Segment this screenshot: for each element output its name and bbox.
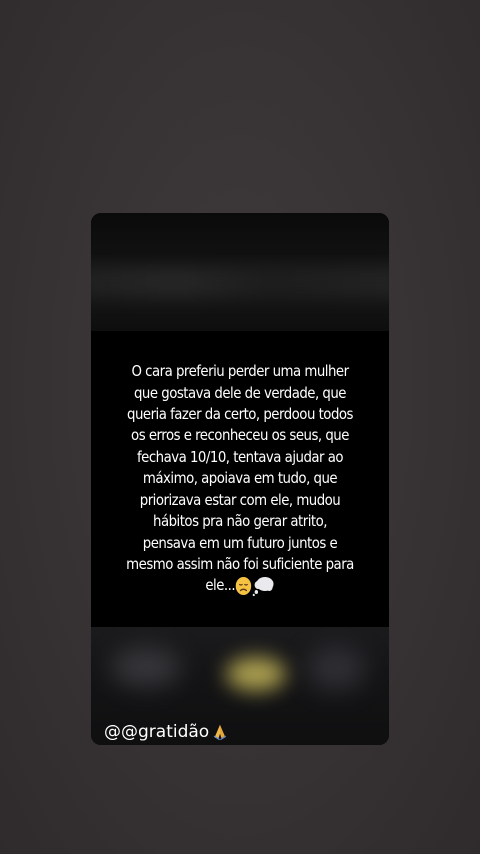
text-overlay: O cara preferiu perder uma mulher que go… <box>91 331 389 627</box>
story-line: ele... <box>205 576 236 595</box>
mention-text: @@gratidão <box>104 722 210 742</box>
story-line: fechava 10/10, tentava ajudar ao <box>136 447 344 466</box>
story-line: mesmo assim não foi suficiente para <box>126 554 354 573</box>
story-line: hábitos pra não gerar atrito, <box>153 512 327 531</box>
story-line: os erros e reconheceu os seus, que <box>131 426 349 445</box>
story-card[interactable]: O cara preferiu perder uma mulher que go… <box>91 213 389 745</box>
disappointed-face-icon <box>235 576 252 595</box>
story-line: que gostava dele de verdade, que <box>133 383 347 402</box>
story-line: queria fazer da certo, perdoou todos <box>127 405 353 424</box>
blur-shape <box>306 645 366 691</box>
blur-light <box>226 657 286 691</box>
story-last-line: ele... <box>112 575 368 596</box>
story-line: priorizava estar com ele, mudou <box>139 490 341 509</box>
blurred-image-top <box>91 213 389 331</box>
story-line: O cara preferiu perder uma mulher <box>131 362 349 381</box>
blur-shape <box>111 647 181 687</box>
folded-hands-icon <box>213 724 227 741</box>
story-text: O cara preferiu perder uma mulher que go… <box>112 361 368 596</box>
story-line: pensava em um futuro juntos e <box>142 533 338 552</box>
thought-balloon-icon <box>252 576 274 596</box>
mention-sticker[interactable]: @@gratidão <box>104 722 229 742</box>
story-line: máximo, apoiava em tudo, que <box>142 469 338 488</box>
blurred-image-bottom: @@gratidão <box>91 627 389 745</box>
